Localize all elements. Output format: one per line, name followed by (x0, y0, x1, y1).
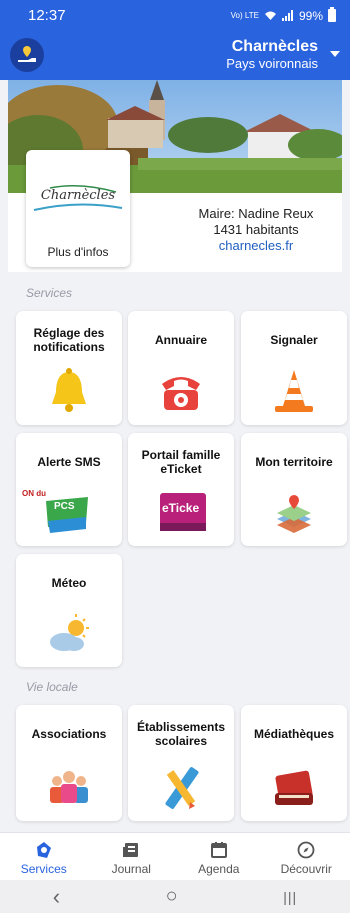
wifi-icon (264, 11, 276, 20)
nav-decouvrir[interactable]: Découvrir (263, 833, 350, 880)
nav-label: Services (20, 862, 67, 876)
section-title-services: Services (26, 286, 73, 300)
tile-notifications[interactable]: Réglage des notifications (16, 311, 122, 425)
commune-selector[interactable]: Charnècles Pays voironnais (226, 37, 318, 72)
system-navigation: ‹ ○ ||| (0, 880, 350, 913)
tile-portail-famille[interactable]: Portail famille eTicket eTicke (128, 433, 234, 546)
tile-meteo[interactable]: Méteo (16, 554, 122, 667)
home-icon[interactable]: ○ (166, 885, 178, 908)
services-icon (36, 842, 51, 858)
tile-etablissements-scolaires[interactable]: Établissements scolaires (128, 705, 234, 821)
weather-icon (50, 614, 89, 651)
tile-label: Associations (31, 727, 107, 741)
traffic-cone-icon (275, 370, 313, 412)
chevron-down-icon[interactable] (330, 51, 340, 57)
website-link[interactable]: charnecles.fr (170, 238, 342, 254)
status-time: 12:37 (28, 7, 66, 24)
nav-label: Découvrir (280, 862, 332, 876)
tile-label: Portail famille eTicket (141, 448, 221, 476)
calendar-icon (210, 842, 227, 858)
tile-label: Signaler (270, 333, 318, 347)
hand-pin-icon (18, 46, 36, 62)
network-label: Vo) LTE (230, 11, 259, 20)
battery-percent: 99% (298, 8, 323, 23)
tile-label: Annuaire (154, 333, 207, 347)
nav-services[interactable]: Services (0, 833, 88, 880)
bell-icon (52, 368, 86, 412)
tile-label: Établissements scolaires (136, 720, 226, 748)
people-icon (50, 771, 88, 803)
tile-annuaire[interactable]: Annuaire (128, 311, 234, 425)
tile-alerte-sms[interactable]: Alerte SMS ON du PCS (16, 433, 122, 546)
nav-label: Journal (111, 862, 151, 876)
tile-label: Mon territoire (255, 455, 333, 469)
ruler-pencil-icon (165, 767, 199, 809)
battery-icon (328, 7, 336, 22)
tile-label: Réglage des notifications (33, 326, 105, 354)
nav-journal[interactable]: Journal (88, 833, 176, 880)
status-icons: Vo) LTE 99% (230, 7, 336, 23)
app-logo[interactable] (10, 38, 44, 72)
tile-label: Méteo (51, 576, 87, 590)
mayor-name: Maire: Nadine Reux (198, 206, 314, 221)
nav-agenda[interactable]: Agenda (175, 833, 263, 880)
commune-logo-text: Charnècles (40, 188, 116, 203)
map-layers-icon (277, 495, 311, 533)
commune-name: Charnècles (231, 38, 318, 55)
tile-associations[interactable]: Associations (16, 705, 122, 821)
more-info-link[interactable]: Plus d'infos (26, 245, 130, 259)
tile-mediatheques[interactable]: Médiathèques (241, 705, 347, 821)
telephone-icon (162, 377, 200, 410)
tile-signaler[interactable]: Signaler (241, 311, 347, 425)
app-bar: Charnècles Pays voironnais (0, 31, 350, 80)
commune-details: Maire: Nadine Reux 1431 habitants charne… (170, 206, 342, 254)
commune-logo-card[interactable]: Charnècles Plus d'infos (26, 150, 130, 267)
eticket-badge-text: eTicke (162, 501, 200, 515)
recents-icon[interactable]: ||| (283, 889, 297, 905)
compass-icon (297, 841, 315, 859)
tile-label: Alerte SMS (37, 455, 101, 469)
tile-label: Médiathèques (253, 727, 334, 741)
section-title-vie-locale: Vie locale (26, 680, 78, 694)
commune-region: Pays voironnais (226, 56, 318, 71)
tile-mon-territoire[interactable]: Mon territoire (241, 433, 347, 546)
bottom-navigation: Services Journal Agenda Découvrir (0, 832, 350, 880)
signal-icon (281, 10, 293, 21)
population: 1431 habitants (213, 222, 299, 237)
pcs-label: PCS (54, 501, 75, 512)
nav-label: Agenda (198, 862, 240, 876)
journal-icon (123, 843, 139, 857)
back-icon[interactable]: ‹ (53, 884, 60, 910)
status-bar: 12:37 Vo) LTE 99% (0, 0, 350, 31)
books-icon (275, 770, 313, 805)
